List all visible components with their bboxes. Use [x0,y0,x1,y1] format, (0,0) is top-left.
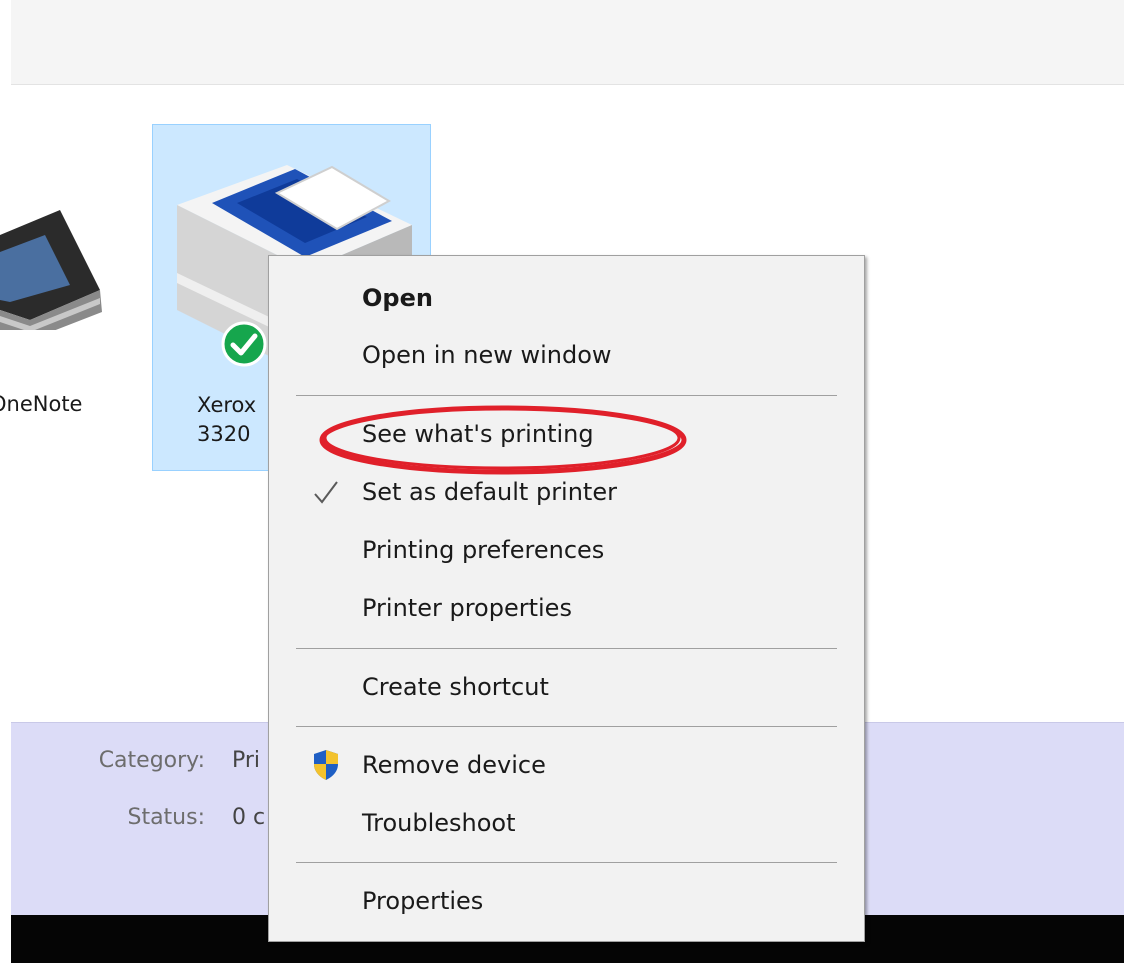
menu-item-properties[interactable]: Properties [273,875,860,929]
menu-item-label: Open in new window [362,341,612,369]
menu-item-label: Create shortcut [362,673,549,701]
details-category-row: Category: [0,748,205,780]
category-label: Category: [98,748,205,773]
category-value: Pri [232,748,261,773]
onenote-printer-icon [0,210,102,330]
menu-item-label: Properties [362,887,484,915]
menu-item-printer-properties[interactable]: Printer properties [273,582,860,636]
menu-item-label: Printing preferences [362,536,605,564]
menu-item-see-whats-printing[interactable]: See what's printing [273,408,860,462]
status-label: Status: [127,805,205,830]
device-label-line2: 3320 [197,422,251,446]
menu-item-open[interactable]: Open [273,272,860,326]
device-onenote[interactable]: OneNote [0,130,150,470]
uac-shield-icon [314,750,338,780]
device-label: Xerox 3320 [197,391,267,449]
menu-item-label: Troubleshoot [362,809,516,837]
details-status-row: Status: [0,805,205,837]
context-menu: Open Open in new window See what's print… [268,255,865,942]
menu-separator [296,862,837,863]
menu-item-label: Open [362,284,433,312]
address-toolbar [11,0,1124,85]
menu-item-label: Printer properties [362,594,572,622]
menu-item-remove-device[interactable]: Remove device [273,739,860,793]
menu-separator [296,648,837,649]
device-label: OneNote [0,392,83,416]
menu-item-label: Remove device [362,751,546,779]
menu-item-set-default-printer[interactable]: Set as default printer [273,466,860,520]
checkmark-icon [314,481,338,504]
menu-separator [296,726,837,727]
menu-item-create-shortcut[interactable]: Create shortcut [273,661,860,715]
status-value: 0 c [232,805,266,830]
device-label-line1: Xerox [197,393,257,417]
menu-item-printing-preferences[interactable]: Printing preferences [273,524,860,578]
menu-separator [296,395,837,396]
menu-item-open-new-window[interactable]: Open in new window [273,329,860,383]
menu-item-label: See what's printing [362,420,594,448]
menu-item-label: Set as default printer [362,478,617,506]
menu-item-troubleshoot[interactable]: Troubleshoot [273,797,860,851]
status-ok-icon [221,321,267,367]
